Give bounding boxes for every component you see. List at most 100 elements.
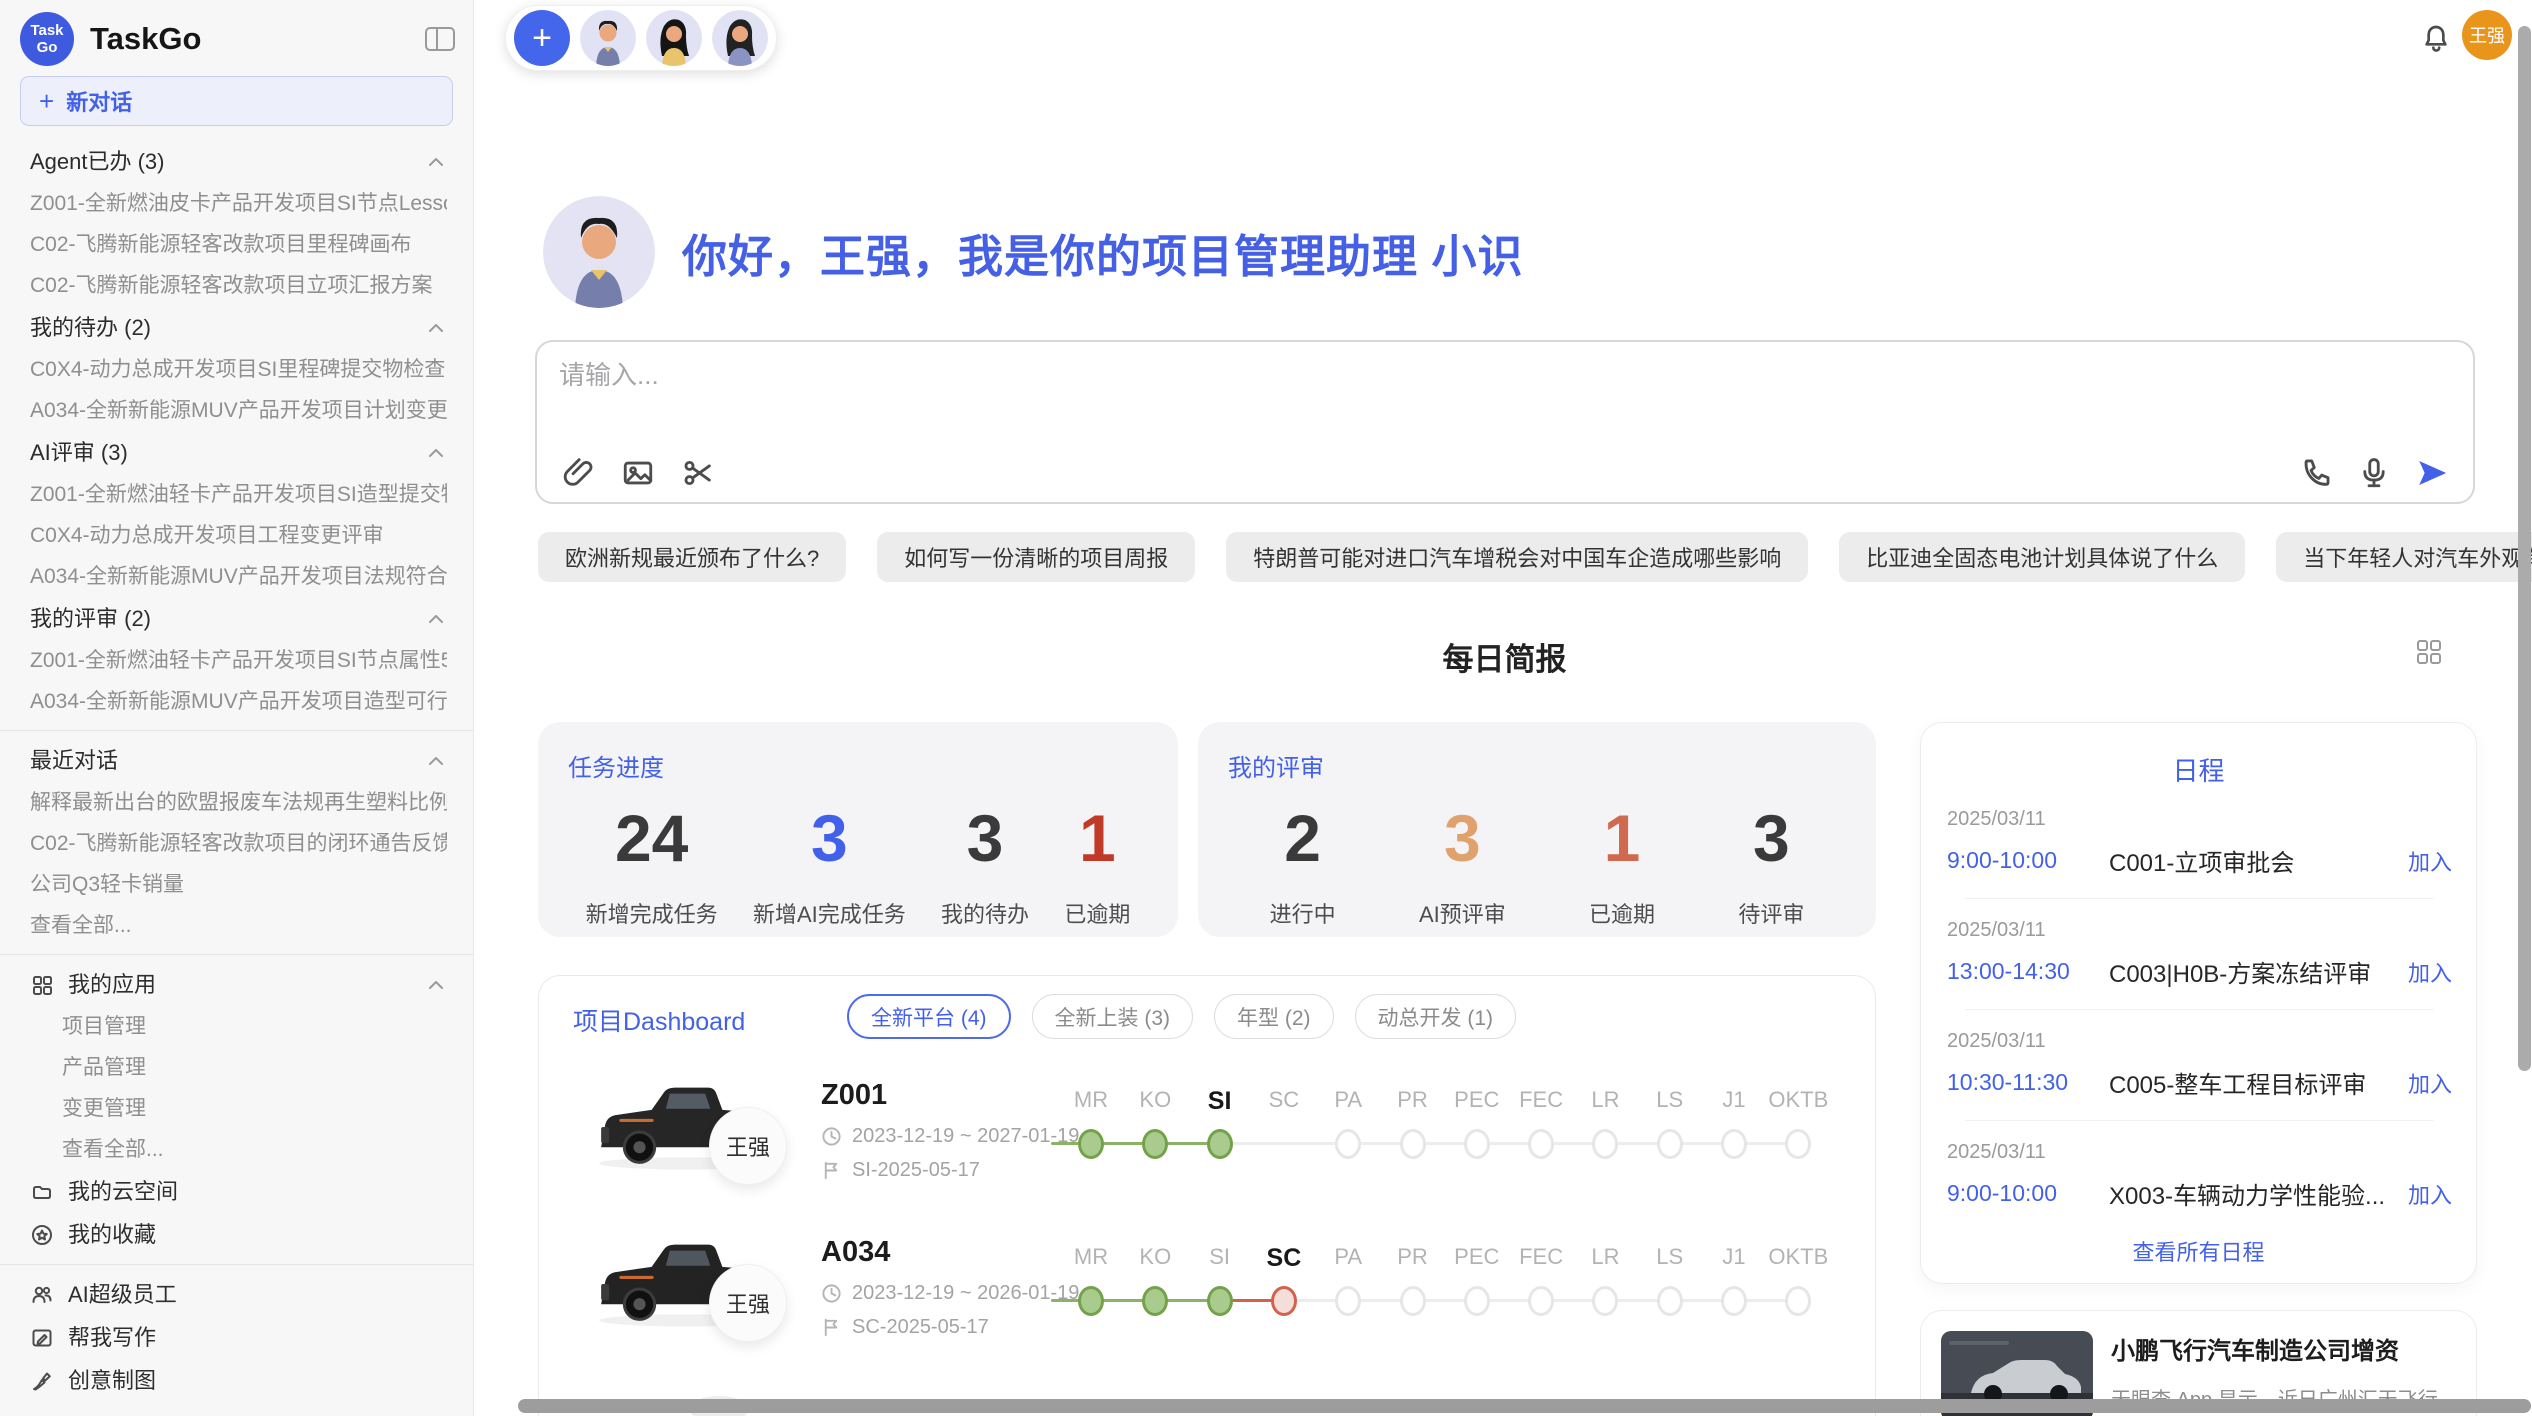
- project-code: Z001: [821, 1079, 887, 1112]
- section-agent-done[interactable]: Agent已办 (3): [30, 149, 447, 175]
- join-button[interactable]: 加入: [2408, 845, 2452, 877]
- stat-value: 24: [615, 801, 688, 875]
- app-item-change-mgmt[interactable]: 变更管理: [62, 1097, 447, 1121]
- conversation-item[interactable]: C02-飞腾新能源轻客改款项目里程碑画布: [30, 233, 447, 257]
- recent-chat-item-view-all[interactable]: 查看全部...: [30, 914, 447, 938]
- phone-icon[interactable]: [2299, 456, 2333, 490]
- conversation-item[interactable]: Z001-全新燃油皮卡产品开发项目SI节点Lesson Learn报告: [30, 192, 447, 216]
- section-ai-review[interactable]: AI评审 (3): [30, 440, 447, 466]
- chevron-up-icon[interactable]: [425, 974, 447, 996]
- conversation-item[interactable]: A034-全新新能源MUV产品开发项目计划变更表编写: [30, 399, 447, 423]
- session-avatar-3[interactable]: [712, 10, 768, 66]
- view-all-schedule-link[interactable]: 查看所有日程: [1921, 1235, 2476, 1267]
- add-session-button[interactable]: +: [514, 10, 570, 66]
- milestone-dot[interactable]: [1528, 1129, 1554, 1159]
- milestone-dot[interactable]: [1078, 1286, 1104, 1316]
- join-button[interactable]: 加入: [2408, 1178, 2452, 1210]
- conversation-item[interactable]: C02-飞腾新能源轻客改款项目立项汇报方案: [30, 274, 447, 298]
- user-avatar[interactable]: 王强: [2462, 10, 2512, 60]
- conversation-item[interactable]: Z001-全新燃油轻卡产品开发项目SI节点属性5D文件评审: [30, 649, 447, 673]
- sidebar-item-ai-super-staff[interactable]: AI超级员工: [30, 1282, 447, 1308]
- stat-ai-pre-review: 3 AI预评审: [1419, 801, 1506, 929]
- chevron-up-icon[interactable]: [425, 750, 447, 772]
- milestone-dot[interactable]: [1785, 1286, 1811, 1316]
- recent-chat-item[interactable]: C02-飞腾新能源轻客改款项目的闭环通告反馈情况: [30, 832, 447, 856]
- milestone-dot[interactable]: [1528, 1286, 1554, 1316]
- milestone-dot[interactable]: [1078, 1129, 1104, 1159]
- filter-chip[interactable]: 全新上装 (3): [1032, 994, 1194, 1039]
- microphone-icon[interactable]: [2357, 456, 2391, 490]
- new-chat-button[interactable]: + 新对话: [20, 76, 453, 126]
- conversation-item[interactable]: C0X4-动力总成开发项目SI里程碑提交物检查: [30, 358, 447, 382]
- milestone-dot[interactable]: [1657, 1286, 1683, 1316]
- chevron-up-icon[interactable]: [425, 608, 447, 630]
- sidebar-item-favorites[interactable]: 我的收藏: [30, 1222, 447, 1248]
- recent-chat-item[interactable]: 解释最新出台的欧盟报废车法规再生塑料比例被调至15%...: [30, 791, 447, 815]
- milestone-dot[interactable]: [1271, 1286, 1297, 1316]
- milestone-dot[interactable]: [1464, 1129, 1490, 1159]
- conversation-item[interactable]: C0X4-动力总成开发项目工程变更评审: [30, 524, 447, 548]
- paperclip-icon[interactable]: [561, 456, 595, 490]
- conversation-item[interactable]: A034-全新新能源MUV产品开发项目法规符合性评审: [30, 565, 447, 589]
- scissors-icon[interactable]: [681, 456, 715, 490]
- milestone-dot[interactable]: [1142, 1286, 1168, 1316]
- project-row[interactable]: 王强 A034 2023-12-19 ~ 2026-01-19 SC-2025-…: [539, 1228, 1877, 1398]
- milestone-dot[interactable]: [1592, 1129, 1618, 1159]
- milestone-dot[interactable]: [1657, 1129, 1683, 1159]
- section-recent-chats[interactable]: 最近对话: [30, 748, 447, 774]
- join-button[interactable]: 加入: [2408, 1067, 2452, 1099]
- filter-chip[interactable]: 动总开发 (1): [1355, 994, 1517, 1039]
- sidebar-item-my-apps[interactable]: 我的应用: [30, 972, 447, 998]
- sidebar-item-help-write[interactable]: 帮我写作: [30, 1325, 447, 1351]
- milestone-dot[interactable]: [1785, 1129, 1811, 1159]
- session-avatar-2[interactable]: [646, 10, 702, 66]
- milestone-dot[interactable]: [1464, 1286, 1490, 1316]
- sidebar-item-creative-drawing[interactable]: 创意制图: [30, 1368, 447, 1394]
- filter-chip[interactable]: 年型 (2): [1214, 994, 1334, 1039]
- suggestion-chip[interactable]: 特朗普可能对进口汽车增税会对中国车企造成哪些影响: [1226, 532, 1808, 582]
- recent-chat-item[interactable]: 公司Q3轻卡销量: [30, 873, 447, 897]
- milestone-dot[interactable]: [1592, 1286, 1618, 1316]
- suggestion-chip[interactable]: 欧洲新规最近颁布了什么?: [538, 532, 846, 582]
- divider: [0, 730, 474, 731]
- milestone-dot[interactable]: [1335, 1286, 1361, 1316]
- conversation-item[interactable]: A034-全新新能源MUV产品开发项目造型可行性评审: [30, 690, 447, 714]
- suggestion-chip[interactable]: 当下年轻人对汽车外观有怎样的喜好趋势: [2276, 532, 2532, 582]
- sidebar-item-cloud-space[interactable]: 我的云空间: [30, 1179, 447, 1205]
- milestone-dot[interactable]: [1400, 1286, 1426, 1316]
- conversation-item[interactable]: Z001-全新燃油轻卡产品开发项目SI造型提交物评审: [30, 483, 447, 507]
- milestone-dot[interactable]: [1721, 1286, 1747, 1316]
- milestone-label: LS: [1656, 1087, 1683, 1113]
- image-icon[interactable]: [621, 456, 655, 490]
- filter-chip[interactable]: 全新平台 (4): [847, 994, 1011, 1039]
- app-item-view-all[interactable]: 查看全部...: [62, 1138, 447, 1162]
- milestone-dot[interactable]: [1142, 1129, 1168, 1159]
- layout-grid-icon[interactable]: [2415, 638, 2443, 666]
- app-item-product-mgmt[interactable]: 产品管理: [62, 1056, 447, 1080]
- milestone-dot[interactable]: [1400, 1129, 1426, 1159]
- section-my-todo[interactable]: 我的待办 (2): [30, 315, 447, 341]
- app-item-project-mgmt[interactable]: 项目管理: [62, 1015, 447, 1039]
- schedule-event: 2025/03/11 10:30-11:30 C005-整车工程目标评审 加入: [1921, 1010, 2476, 1121]
- join-button[interactable]: 加入: [2408, 956, 2452, 988]
- vertical-scrollbar[interactable]: [2518, 26, 2531, 1071]
- milestone-dot[interactable]: [1207, 1286, 1233, 1316]
- sidebar-collapse-icon[interactable]: [423, 24, 457, 54]
- horizontal-scrollbar[interactable]: [518, 1399, 2531, 1413]
- send-icon[interactable]: [2415, 456, 2449, 490]
- stat-review-overdue: 1 已逾期: [1589, 801, 1655, 929]
- suggestion-chip[interactable]: 比亚迪全固态电池计划具体说了什么: [1839, 532, 2245, 582]
- chevron-up-icon[interactable]: [425, 442, 447, 464]
- milestone-dot[interactable]: [1721, 1129, 1747, 1159]
- suggestion-chip[interactable]: 如何写一份清晰的项目周报: [877, 532, 1195, 582]
- task-progress-title: 任务进度: [568, 748, 1148, 783]
- chat-input[interactable]: [559, 360, 2259, 391]
- notifications-bell-icon[interactable]: [2420, 22, 2452, 56]
- section-my-review[interactable]: 我的评审 (2): [30, 606, 447, 632]
- session-avatar-1[interactable]: [580, 10, 636, 66]
- milestone-dot[interactable]: [1207, 1129, 1233, 1159]
- chevron-up-icon[interactable]: [425, 317, 447, 339]
- chevron-up-icon[interactable]: [425, 151, 447, 173]
- milestone-dot[interactable]: [1335, 1129, 1361, 1159]
- project-row[interactable]: 王强 Z001 2023-12-19 ~ 2027-01-19 SI-2025-…: [539, 1071, 1877, 1241]
